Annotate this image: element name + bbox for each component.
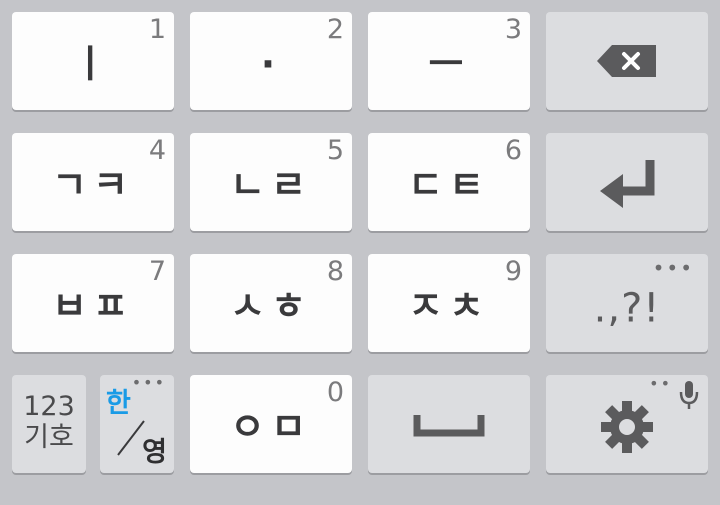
punctuation-label: .,?! <box>593 285 661 332</box>
key-number: 1 <box>148 14 166 45</box>
key-number: 3 <box>504 14 522 45</box>
key-number: 2 <box>326 14 344 45</box>
space-icon <box>413 415 485 437</box>
key-label: ㄷㅌ <box>408 163 490 208</box>
key-5-n-r[interactable]: 5 ㄴㄹ <box>190 133 352 231</box>
key-number: 9 <box>504 256 522 287</box>
key-label: ㅡ <box>428 42 470 87</box>
symbols-key[interactable]: 123 기호 <box>12 375 86 473</box>
symbols-label-hangul: 기호 <box>24 422 74 453</box>
settings-key[interactable]: •• <box>546 375 708 473</box>
key-8-s-h[interactable]: 8 ㅅㅎ <box>190 254 352 352</box>
key-label: ㅈㅊ <box>408 284 490 329</box>
key-number: 4 <box>148 135 166 166</box>
key-9-j-ch[interactable]: 9 ㅈㅊ <box>368 254 530 352</box>
key-number: 5 <box>326 135 344 166</box>
key-2-dot[interactable]: 2 · <box>190 12 352 110</box>
key-label: ㅣ <box>72 42 114 87</box>
keyboard: 1 ㅣ 2 · 3 ㅡ 4 ㄱㅋ 5 ㄴㄹ 6 ㄷㅌ 7 ㅂㅍ 8 ㅅㅎ 9 ㅈ… <box>0 0 720 505</box>
key-number: 6 <box>504 135 522 166</box>
punctuation-key[interactable]: ••• .,?! <box>546 254 708 352</box>
symbols-label-numbers: 123 <box>23 391 75 422</box>
enter-key[interactable] <box>546 133 708 231</box>
language-english-label: 영 <box>142 437 167 468</box>
gear-icon <box>601 401 653 453</box>
symbols-label: 123 기호 <box>12 391 86 453</box>
key-3-vowel-eu[interactable]: 3 ㅡ <box>368 12 530 110</box>
backspace-icon <box>597 45 656 77</box>
key-label: · <box>260 42 282 87</box>
key-1-vowel-i[interactable]: 1 ㅣ <box>12 12 174 110</box>
backspace-key[interactable] <box>546 12 708 110</box>
key-label: ㅇㅁ <box>230 405 312 450</box>
space-key[interactable] <box>368 375 530 473</box>
key-number: 8 <box>326 256 344 287</box>
key-label: ㄱㅋ <box>52 163 134 208</box>
key-label: ㅂㅍ <box>52 284 134 329</box>
key-label: ㅅㅎ <box>230 284 312 329</box>
key-number: 7 <box>148 256 166 287</box>
language-switch-key[interactable]: ••• 한 영 <box>100 375 174 473</box>
more-options-icon: ••• <box>652 256 694 280</box>
key-label: ㄴㄹ <box>230 163 312 208</box>
key-7-b-p[interactable]: 7 ㅂㅍ <box>12 254 174 352</box>
enter-icon <box>600 160 655 208</box>
key-6-d-t[interactable]: 6 ㄷㅌ <box>368 133 530 231</box>
key-0-ng-m[interactable]: 0 ㅇㅁ <box>190 375 352 473</box>
key-number: 0 <box>326 377 344 408</box>
key-4-g-k[interactable]: 4 ㄱㅋ <box>12 133 174 231</box>
